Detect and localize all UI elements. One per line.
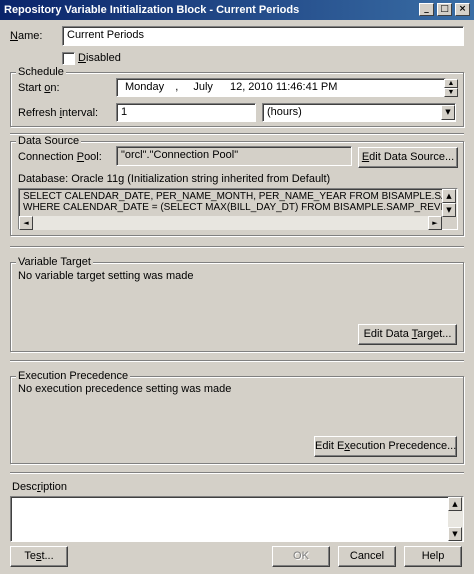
description-scroll-up-button[interactable]: ▲ bbox=[448, 497, 462, 511]
arrow-up-icon: ▲ bbox=[452, 500, 458, 508]
disabled-label: Disabled bbox=[78, 52, 121, 64]
disabled-checkbox[interactable] bbox=[62, 52, 75, 65]
variable-target-group-label: Variable Target bbox=[16, 256, 93, 268]
ok-button[interactable]: OK bbox=[272, 546, 330, 567]
separator bbox=[10, 472, 464, 474]
description-scroll-down-button[interactable]: ▼ bbox=[448, 527, 462, 541]
start-on-datetime[interactable]: Monday , July 12, 2010 11:46:41 PM bbox=[116, 78, 446, 97]
schedule-group-label: Schedule bbox=[16, 66, 66, 78]
separator bbox=[10, 246, 464, 248]
data-source-group-label: Data Source bbox=[16, 135, 82, 147]
separator bbox=[10, 360, 464, 362]
refresh-unit-value: (hours) bbox=[267, 106, 302, 118]
sql-scroll-up-button[interactable]: ▲ bbox=[442, 189, 456, 203]
arrow-down-icon: ▼ bbox=[452, 530, 458, 538]
spin-down-icon: ▼ bbox=[447, 89, 455, 96]
sql-scroll-down-button[interactable]: ▼ bbox=[442, 203, 456, 217]
start-date-time: 12, 2010 11:46:41 PM bbox=[229, 81, 338, 93]
name-label: Name: bbox=[10, 30, 43, 42]
edit-data-target-button[interactable]: Edit Data Target... bbox=[358, 324, 457, 345]
test-button[interactable]: Test... bbox=[10, 546, 68, 567]
description-textarea[interactable] bbox=[10, 496, 464, 542]
variable-target-message: No variable target setting was made bbox=[18, 270, 194, 282]
start-on-spin-down[interactable]: ▼ bbox=[444, 88, 458, 97]
refresh-unit-dropdown-button[interactable]: ▼ bbox=[441, 105, 455, 120]
sql-scroll-right-button[interactable]: ► bbox=[428, 216, 442, 230]
sql-scroll-left-button[interactable]: ◄ bbox=[19, 216, 33, 230]
arrow-down-icon: ▼ bbox=[446, 206, 452, 214]
close-icon: × bbox=[458, 4, 467, 14]
arrow-left-icon: ◄ bbox=[23, 219, 29, 227]
edit-execution-precedence-button[interactable]: Edit Execution Precedence... bbox=[314, 436, 457, 457]
maximize-button[interactable]: □ bbox=[437, 3, 452, 16]
sql-line-1: SELECT CALENDAR_DATE, PER_NAME_MONTH, PE… bbox=[23, 191, 457, 202]
maximize-icon: □ bbox=[440, 4, 449, 14]
connection-pool-field: "orcl"."Connection Pool" bbox=[116, 146, 352, 166]
chevron-down-icon: ▼ bbox=[445, 108, 451, 116]
minimize-icon: _ bbox=[424, 4, 429, 14]
arrow-up-icon: ▲ bbox=[446, 192, 452, 200]
connection-pool-label: Connection Pool: bbox=[18, 151, 102, 163]
title-bar[interactable]: Repository Variable Initialization Block… bbox=[0, 0, 474, 20]
execution-precedence-group-label: Execution Precedence bbox=[16, 370, 131, 382]
description-label: Description bbox=[12, 481, 68, 493]
start-separator: , bbox=[175, 81, 179, 93]
name-input[interactable]: Current Periods bbox=[62, 26, 464, 46]
start-on-label: Start on: bbox=[18, 82, 60, 94]
refresh-interval-input[interactable]: 1 bbox=[116, 103, 256, 122]
spin-up-icon: ▲ bbox=[447, 80, 455, 87]
cancel-button[interactable]: Cancel bbox=[338, 546, 396, 567]
sql-line-2: WHERE CALENDAR_DATE = (SELECT MAX(BILL_D… bbox=[23, 202, 458, 213]
edit-data-source-button[interactable]: Edit Data Source... bbox=[358, 147, 458, 168]
start-day: Monday bbox=[125, 81, 165, 93]
start-month: July bbox=[193, 81, 213, 93]
database-info: Database: Oracle 11g (Initialization str… bbox=[18, 173, 331, 185]
refresh-unit-select[interactable]: (hours) bbox=[262, 103, 456, 122]
sql-hscroll-track[interactable] bbox=[19, 216, 442, 230]
execution-precedence-message: No execution precedence setting was made bbox=[18, 383, 232, 395]
start-on-spin-up[interactable]: ▲ bbox=[444, 79, 458, 88]
arrow-right-icon: ► bbox=[432, 219, 438, 227]
close-button[interactable]: × bbox=[455, 3, 470, 16]
window-title: Repository Variable Initialization Block… bbox=[4, 4, 300, 16]
minimize-button[interactable]: _ bbox=[419, 3, 434, 16]
help-button[interactable]: Help bbox=[404, 546, 462, 567]
refresh-interval-label: Refresh interval: bbox=[18, 107, 99, 119]
